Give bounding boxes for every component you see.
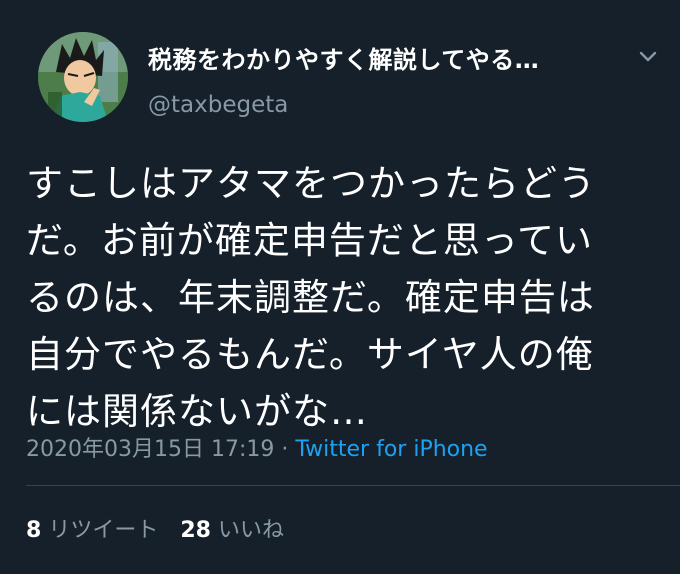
tweet-text-line: すこしはアタマをつかったらどう: [26, 162, 596, 205]
user-handle[interactable]: @taxbegeta: [148, 92, 288, 118]
divider: [26, 485, 680, 486]
tweet-text-line: 自分でやるもんだ。サイヤ人の俺: [26, 333, 594, 376]
timestamp[interactable]: 2020年03月15日 17:19: [26, 437, 274, 462]
tweet-text-line: だ。お前が確定申告だと思ってい: [26, 219, 594, 262]
retweets-stat[interactable]: 8 リツイート: [26, 518, 158, 543]
tweet-meta: 2020年03月15日 17:19 · Twitter for iPhone: [26, 431, 488, 463]
likes-label: いいね: [217, 518, 284, 543]
tweet-text: すこしはアタマをつかったらどう だ。お前が確定申告だと思ってい るのは、年末調整…: [26, 155, 656, 440]
tweet-detail: 税務をわかりやすく解説してやる… @taxbegeta すこしはアタマをつかった…: [0, 0, 680, 574]
avatar[interactable]: [38, 32, 128, 122]
meta-separator: ·: [274, 437, 296, 462]
retweets-label: リツイート: [48, 518, 159, 543]
chevron-down-icon[interactable]: [634, 42, 662, 70]
likes-count: 28: [180, 518, 211, 543]
tweet-stats: 8 リツイート 28 いいね: [26, 512, 284, 544]
likes-stat[interactable]: 28 いいね: [180, 518, 284, 543]
tweet-text-line: るのは、年末調整だ。確定申告は: [26, 276, 595, 319]
display-name[interactable]: 税務をわかりやすく解説してやる…: [148, 40, 539, 75]
source-link[interactable]: Twitter for iPhone: [295, 437, 487, 462]
retweets-count: 8: [26, 518, 42, 543]
